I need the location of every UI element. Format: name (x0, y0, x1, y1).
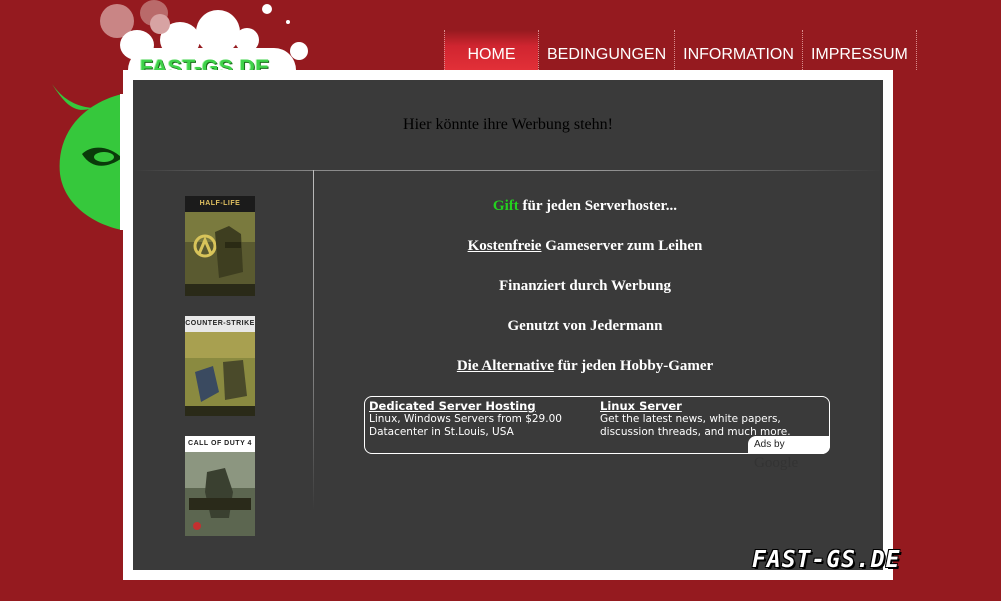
horizontal-divider (133, 170, 883, 171)
callofduty-cover-art (185, 452, 255, 536)
bubble-decoration (290, 42, 308, 60)
headline-alternative: Die Alternative für jeden Hobby-Gamer (315, 358, 855, 375)
kostenfreie-link[interactable]: Kostenfreie (468, 238, 542, 254)
headline-genutzt: Genutzt von Jedermann (507, 318, 663, 334)
nav-bedingungen[interactable]: BEDINGUNGEN (538, 30, 674, 70)
alternative-link[interactable]: Die Alternative (457, 358, 554, 374)
google-wordmark: Google (754, 455, 799, 471)
google-ads-box: Dedicated Server Hosting Linux, Windows … (364, 396, 830, 471)
headline-finanziert: Finanziert durch Werbung (499, 278, 671, 294)
ads-by-label: Ads by (754, 439, 785, 450)
ad-description: Linux, Windows Servers from $29.00 (369, 413, 562, 425)
ad-placeholder-text: Hier könnte ihre Werbung stehn! (403, 116, 613, 133)
game-cover-counterstrike[interactable]: COUNTER-STRIKE (185, 316, 255, 416)
bubble-decoration (262, 4, 272, 14)
bubble-decoration (286, 20, 290, 24)
game-cover-halflife[interactable]: HALF-LIFE (185, 196, 255, 296)
footer-logo: FAST-GS.DE (752, 547, 901, 573)
ad-item[interactable]: Linux Server Get the latest news, white … (600, 400, 820, 439)
vertical-divider (313, 170, 314, 510)
ad-description: Datacenter in St.Louis, USA (369, 426, 514, 438)
nav-impressum[interactable]: IMPRESSUM (801, 30, 917, 70)
gift-highlight: Gift (492, 198, 519, 214)
game-cover-callofduty[interactable]: CALL OF DUTY 4 (185, 436, 255, 536)
ad-title[interactable]: Linux Server (600, 400, 820, 413)
main-nav: HOME BEDINGUNGEN INFORMATION IMPRESSUM (444, 30, 917, 70)
headline-kostenfreie: Kostenfreie Gameserver zum Leihen (315, 238, 855, 255)
nav-information[interactable]: INFORMATION (674, 30, 802, 70)
ad-description: Get the latest news, white papers, (600, 413, 781, 425)
counterstrike-cover-art (185, 332, 255, 416)
bubble-decoration (150, 14, 170, 34)
ad-title[interactable]: Dedicated Server Hosting (369, 400, 589, 413)
alien-mascot-icon (52, 84, 124, 230)
game-title: HALF-LIFE (185, 196, 255, 212)
headline-text: für jeden Serverhoster... (518, 198, 678, 214)
headline-text: Gameserver zum Leihen (541, 238, 703, 254)
ad-item[interactable]: Dedicated Server Hosting Linux, Windows … (369, 400, 589, 439)
game-title: COUNTER-STRIKE (185, 316, 255, 332)
game-title: CALL OF DUTY 4 (185, 436, 255, 452)
halflife-cover-art (185, 212, 255, 296)
headline-text: für jeden Hobby-Gamer (553, 358, 714, 374)
headline-gift: Gift für jeden Serverhoster... (315, 198, 855, 215)
nav-home[interactable]: HOME (444, 30, 538, 70)
ads-by-google-badge[interactable]: Ads by Google (748, 436, 830, 471)
